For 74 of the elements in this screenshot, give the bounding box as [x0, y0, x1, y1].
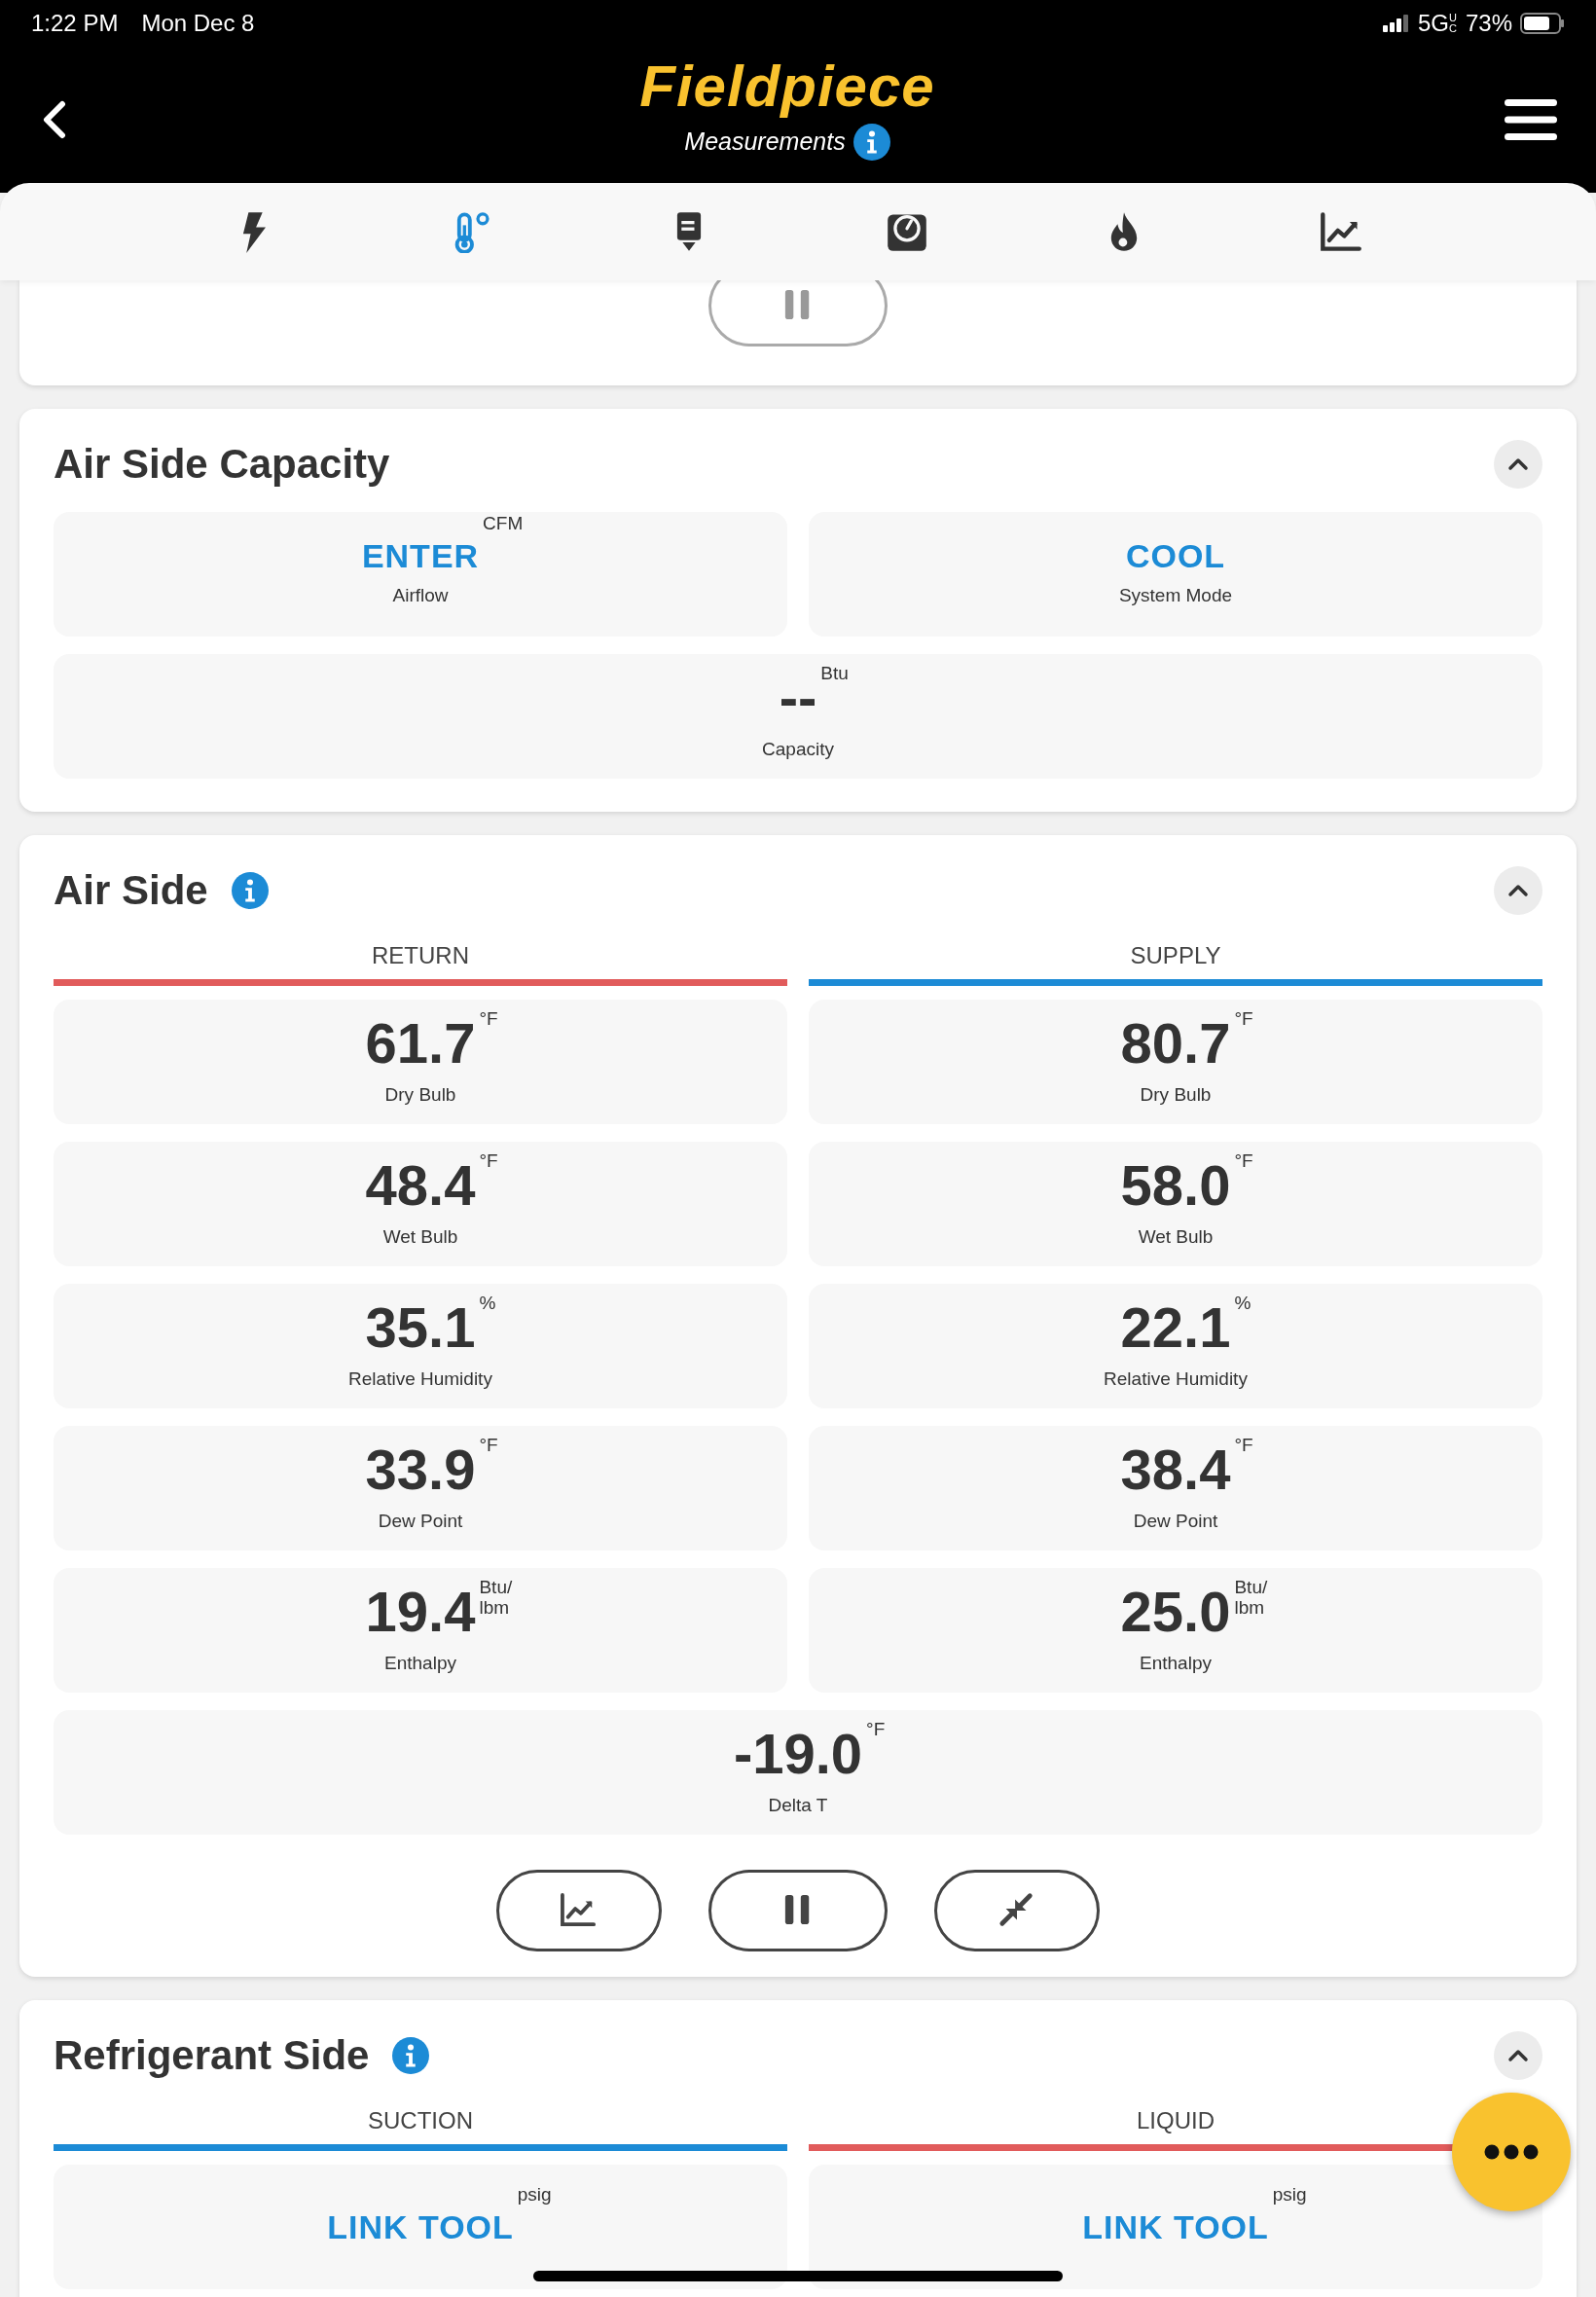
reading-label: Wet Bulb — [382, 1224, 458, 1249]
reading-value: 80.7 — [1120, 1010, 1231, 1075]
column-header: RETURN — [371, 941, 470, 970]
reading-label: Delta T — [768, 1793, 828, 1817]
status-time: 1:22 PM — [31, 9, 119, 38]
unit-label: Btu/ lbm — [1233, 1577, 1268, 1619]
column-header: LIQUID — [1136, 2106, 1215, 2135]
entry-tile[interactable]: ENTER CFM Airflow — [54, 512, 787, 637]
arrows-inward-icon — [998, 1892, 1035, 1929]
reading-label: Wet Bulb — [1138, 1224, 1214, 1249]
battery-icon — [1520, 13, 1565, 34]
reading-value: -19.0 — [733, 1721, 863, 1785]
more-dots-icon — [1484, 2144, 1539, 2160]
reading-value: 22.1 — [1120, 1294, 1231, 1359]
line-chart-icon — [1320, 210, 1363, 253]
unit-label: °F — [478, 1150, 498, 1172]
reading-value: 58.0 — [1120, 1152, 1231, 1217]
battery-percent: 73% — [1465, 9, 1512, 38]
unit-label: °F — [478, 1008, 498, 1030]
menu-button[interactable] — [1505, 97, 1557, 142]
reading-label: Dew Point — [378, 1509, 463, 1533]
chevron-up-icon — [1507, 2049, 1529, 2062]
reading-value: 38.4 — [1120, 1437, 1231, 1501]
network-sub-label: UC — [1448, 13, 1458, 34]
reading-value: -- — [779, 665, 817, 729]
page-subtitle: Measurements — [684, 127, 846, 158]
entry-tile[interactable]: LINK TOOL psig — [54, 2165, 787, 2289]
unit-label: % — [478, 1293, 496, 1314]
reading-label: Enthalpy — [1140, 1651, 1212, 1675]
reading-value: 19.4 — [365, 1579, 476, 1643]
section-title: Air Side Capacity — [54, 444, 390, 485]
unit-label: °F — [1233, 1435, 1253, 1456]
line-chart-icon — [560, 1893, 598, 1928]
reading-value: 25.0 — [1120, 1579, 1231, 1643]
collapse-toggle-button[interactable] — [1494, 2031, 1542, 2080]
reading-label: Dry Bulb — [1140, 1082, 1212, 1107]
reading-value: 48.4 — [365, 1152, 476, 1217]
unit-label: CFM — [482, 513, 524, 534]
collapse-toggle-button[interactable] — [1494, 866, 1542, 915]
unit-label: °F — [478, 1435, 498, 1456]
reading-label: Relative Humidity — [1104, 1367, 1248, 1391]
reading-label: Dew Point — [1133, 1509, 1218, 1533]
network-label: 5G — [1417, 9, 1449, 38]
chevron-up-icon — [1507, 457, 1529, 471]
unit-label: °F — [865, 1719, 886, 1740]
unit-label: psig — [1271, 2185, 1307, 2206]
entry-tile[interactable]: COOL System Mode — [809, 512, 1542, 637]
reading-value: 33.9 — [365, 1437, 476, 1501]
status-date: Mon Dec 8 — [141, 9, 255, 38]
menu-icon — [1505, 97, 1557, 142]
chevron-up-icon — [1507, 884, 1529, 897]
unit-label: Btu/ lbm — [478, 1577, 513, 1619]
column-header: SUCTION — [367, 2106, 474, 2135]
info-icon[interactable] — [852, 124, 890, 161]
reading-label: Capacity — [762, 737, 834, 761]
entry-tile[interactable]: LINK TOOL psig — [809, 2165, 1542, 2289]
reading-label: Dry Bulb — [384, 1082, 456, 1107]
reading-value: 35.1 — [365, 1294, 476, 1359]
signal-icon — [1382, 15, 1410, 32]
unit-label: Btu — [819, 663, 849, 684]
app-logo: Fieldpiece — [639, 57, 935, 116]
reading-label: Enthalpy — [384, 1651, 456, 1675]
reading-label: Relative Humidity — [348, 1367, 492, 1391]
unit-label: °F — [1233, 1008, 1253, 1030]
section-title: Refrigerant Side — [54, 2035, 370, 2076]
reading-label: System Mode — [1118, 583, 1233, 607]
section-title: Air Side — [54, 870, 208, 911]
collapse-toggle-button[interactable] — [1494, 440, 1542, 489]
reading-value: 61.7 — [365, 1010, 476, 1075]
unit-label: psig — [516, 2185, 552, 2206]
unit-label: °F — [1233, 1150, 1253, 1172]
unit-label: % — [1233, 1293, 1251, 1314]
reading-label: Airflow — [392, 583, 449, 607]
column-header: SUPPLY — [1129, 941, 1222, 970]
